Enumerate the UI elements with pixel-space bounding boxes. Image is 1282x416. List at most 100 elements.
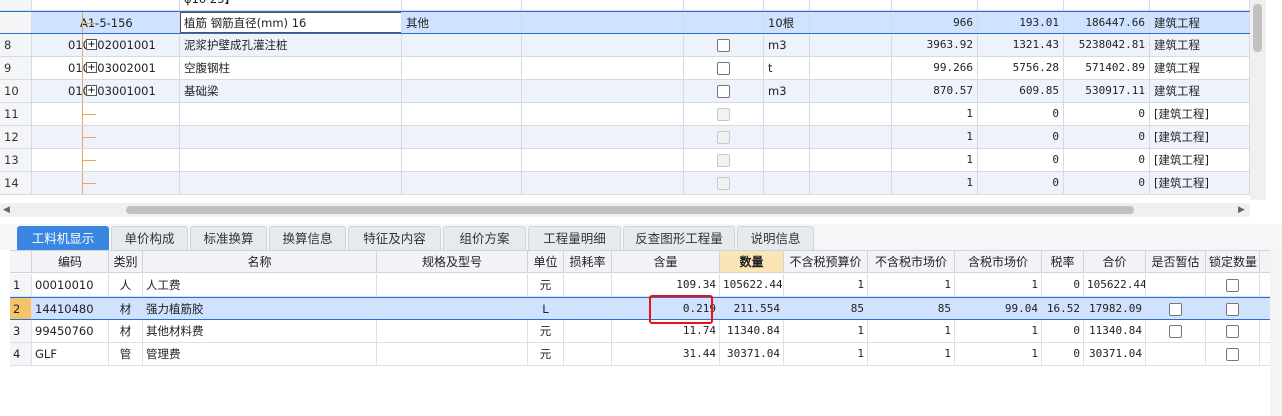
column-header[interactable]: 名称	[143, 251, 377, 272]
row-quantity[interactable]: 3963.92	[892, 34, 978, 56]
cell-rn[interactable]: 1	[10, 274, 32, 296]
tab-7[interactable]: 工程量明细	[528, 226, 621, 250]
column-header[interactable]: 损耗率	[564, 251, 612, 272]
lock-quantity-checkbox[interactable]	[1226, 348, 1239, 361]
table-row[interactable]: 10 +010503001001 基础梁 m3 870.57 609.85 530917.1…	[0, 80, 1250, 103]
cell-loss[interactable]	[564, 343, 612, 365]
column-header[interactable]: 合价	[1084, 251, 1146, 272]
row-checkbox[interactable]	[717, 85, 730, 98]
cell-budget[interactable]: 85	[784, 298, 868, 319]
row-checkbox[interactable]	[717, 62, 730, 75]
column-header[interactable]: 编码	[32, 251, 109, 272]
estimate-checkbox[interactable]	[1169, 325, 1182, 338]
row-quantity[interactable]: 870.57	[892, 80, 978, 102]
cell-budget[interactable]: 1	[784, 274, 868, 296]
cell-total[interactable]: 11340.84	[1084, 320, 1146, 342]
cell-name[interactable]: 强力植筋胶	[143, 298, 377, 319]
table-row[interactable]: 4 GLF 管管理费元 31.44 30371.04 1 1 1 0 30371.04	[10, 343, 1272, 366]
cell-qty[interactable]: 11340.84	[720, 320, 784, 342]
cell-qty[interactable]: 105622.44	[720, 274, 784, 296]
table-row[interactable]: 8 +010302001001 泥浆护壁成孔灌注桩 m3 3963.92 1321.43 5…	[0, 34, 1250, 57]
table-row[interactable]: 2 14410480 材强力植筋胶 L 0.219 211.554 85 85 99.04 16.…	[10, 297, 1272, 320]
row-type[interactable]: [建筑工程]	[1150, 103, 1250, 125]
row-spec[interactable]	[402, 172, 522, 194]
row-code[interactable]	[32, 0, 180, 10]
right-scroll-area[interactable]	[1270, 250, 1282, 416]
row-code[interactable]: +010503001001	[32, 80, 180, 102]
row-name[interactable]: 植筋 钢筋直径(mm) 16	[180, 12, 402, 33]
row-spec[interactable]	[402, 34, 522, 56]
tab-6[interactable]: 组价方案	[443, 226, 526, 250]
cell-market[interactable]: 1	[868, 320, 955, 342]
cell-qty[interactable]: 211.554	[720, 298, 784, 319]
cell-rate[interactable]: 16.52	[1042, 298, 1084, 319]
tab-1[interactable]: 工料机显示	[17, 226, 109, 250]
column-header[interactable]: 含税市场价	[955, 251, 1042, 272]
cell-cat[interactable]: 材	[109, 298, 143, 319]
cell-rate[interactable]: 0	[1042, 343, 1084, 365]
expand-plus-icon[interactable]: +	[86, 39, 97, 50]
row-spec[interactable]	[402, 149, 522, 171]
cell-unit[interactable]: 元	[528, 343, 564, 365]
cell-code[interactable]: 14410480	[32, 298, 109, 319]
lock-quantity-checkbox[interactable]	[1226, 303, 1239, 316]
row-code[interactable]	[32, 172, 180, 194]
column-header[interactable]: 不含税市场价	[868, 251, 955, 272]
row-code[interactable]: A1-5-156	[32, 12, 180, 33]
lock-quantity-checkbox[interactable]	[1226, 279, 1239, 292]
row-code[interactable]: +010603002001	[32, 57, 180, 79]
cell-market-tax[interactable]: 1	[955, 274, 1042, 296]
lock-quantity-checkbox[interactable]	[1226, 325, 1239, 338]
estimate-checkbox[interactable]	[1169, 303, 1182, 316]
column-header[interactable]: 类别	[109, 251, 143, 272]
cell-unit[interactable]: 元	[528, 320, 564, 342]
cell-market[interactable]: 1	[868, 343, 955, 365]
row-code[interactable]	[32, 149, 180, 171]
column-header[interactable]: 税率	[1042, 251, 1084, 272]
table-row[interactable]: 9 +010603002001 空腹钢柱 t 99.266 5756.28 571402.8…	[0, 57, 1250, 80]
row-spec[interactable]	[402, 103, 522, 125]
column-header[interactable]: 数量	[720, 251, 784, 272]
column-header[interactable]: 含量	[612, 251, 720, 272]
cell-rate[interactable]: 0	[1042, 320, 1084, 342]
cell-code[interactable]: GLF	[32, 343, 109, 365]
cell-budget[interactable]: 1	[784, 343, 868, 365]
cell-spec[interactable]	[377, 343, 528, 365]
row-type[interactable]: [建筑工程]	[1150, 126, 1250, 148]
cell-unit[interactable]: L	[528, 298, 564, 319]
row-name[interactable]: 基础梁	[180, 80, 402, 102]
scroll-left-icon[interactable]: ◀	[3, 203, 10, 217]
row-number[interactable]: 10	[0, 80, 32, 102]
row-name[interactable]	[180, 103, 402, 125]
cell-content[interactable]: 109.34	[612, 274, 720, 296]
vertical-scroll-thumb[interactable]	[1253, 4, 1262, 52]
column-header[interactable]: 不含税预算价	[784, 251, 868, 272]
row-code[interactable]	[32, 103, 180, 125]
row-type[interactable]: 建筑工程	[1150, 12, 1250, 33]
row-type[interactable]: 建筑工程	[1150, 80, 1250, 102]
row-name[interactable]: 空腹钢柱	[180, 57, 402, 79]
expand-plus-icon[interactable]: +	[86, 62, 97, 73]
row-quantity[interactable]: 1	[892, 103, 978, 125]
expand-plus-icon[interactable]: +	[86, 85, 97, 96]
cell-total[interactable]: 17982.09	[1084, 298, 1146, 319]
cell-name[interactable]: 管理费	[143, 343, 377, 365]
cell-name[interactable]: 其他材料费	[143, 320, 377, 342]
row-code[interactable]: +010302001001	[32, 34, 180, 56]
table-row-partial[interactable]: φ10 25】	[0, 0, 1250, 11]
table-row[interactable]: A1-5-156 植筋 钢筋直径(mm) 16 其他 10根 966 193.01 1864…	[0, 11, 1250, 34]
scroll-right-icon[interactable]: ▶	[1238, 203, 1245, 217]
cell-rn[interactable]: 3	[10, 320, 32, 342]
table-row[interactable]: 1 00010010 人人工费元 109.34 105622.44 1 1 1 0 105622.…	[10, 274, 1272, 297]
row-number[interactable]: 8	[0, 34, 32, 56]
cell-name[interactable]: 人工费	[143, 274, 377, 296]
cell-rn[interactable]: 4	[10, 343, 32, 365]
horizontal-scrollbar[interactable]: ◀ ▶	[0, 203, 1250, 217]
row-spec[interactable]: 其他	[402, 12, 522, 33]
cell-budget[interactable]: 1	[784, 320, 868, 342]
cell-total[interactable]: 30371.04	[1084, 343, 1146, 365]
row-type[interactable]: 建筑工程	[1150, 57, 1250, 79]
row-name[interactable]	[180, 149, 402, 171]
row-number[interactable]: 11	[0, 103, 32, 125]
cell-market[interactable]: 85	[868, 298, 955, 319]
